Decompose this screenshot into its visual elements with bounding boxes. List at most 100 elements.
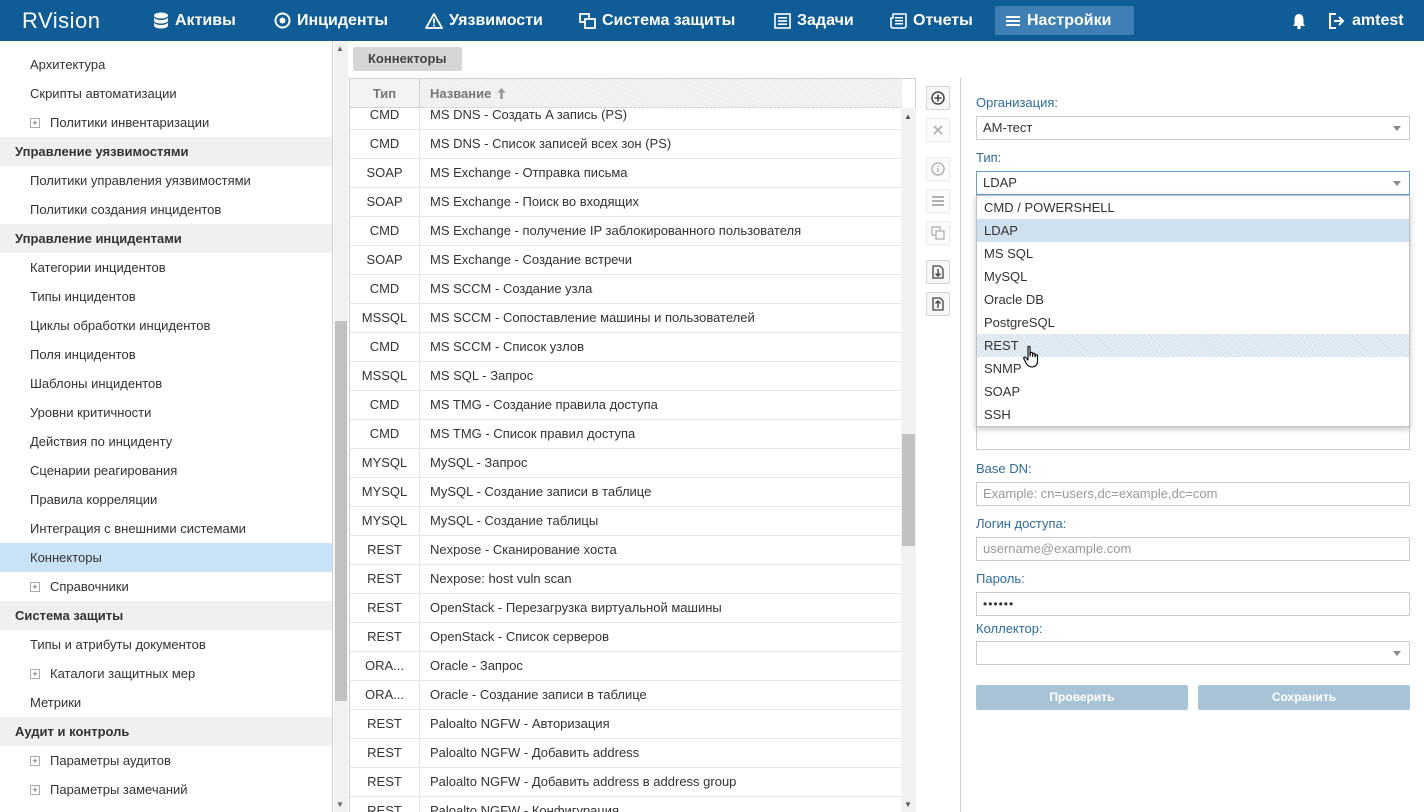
nav-settings[interactable]: Настройки <box>995 6 1134 35</box>
password-input[interactable]: •••••• <box>976 592 1410 616</box>
app-logo[interactable]: RVision <box>22 8 101 34</box>
type-select[interactable]: LDAP <box>976 171 1410 195</box>
copy-connector-button[interactable] <box>926 221 950 245</box>
table-row[interactable]: REST Nexpose: host vuln scan <box>350 565 902 594</box>
table-row[interactable]: CMD MS TMG - Список правил доступа <box>350 420 902 449</box>
sidebar-item[interactable]: Интеграция с внешними системами <box>0 514 332 543</box>
column-header-type[interactable]: Тип <box>350 79 420 108</box>
sidebar-item[interactable]: Политики создания инцидентов <box>0 195 332 224</box>
add-connector-button[interactable] <box>926 86 950 110</box>
delete-connector-button[interactable] <box>926 118 950 142</box>
sidebar-item[interactable]: Уровни критичности <box>0 398 332 427</box>
tab-connectors[interactable]: Коннекторы <box>353 47 462 71</box>
table-row[interactable]: CMD MS Exchange - получение IP заблокиров… <box>350 217 902 246</box>
expand-plus-icon[interactable]: + <box>30 784 40 795</box>
base-dn-input[interactable]: Example: cn=users,dc=example,dc=com <box>976 482 1410 506</box>
login-input[interactable]: username@example.com <box>976 537 1410 561</box>
table-scroll-down-icon[interactable]: ▼ <box>904 800 912 809</box>
list-view-button[interactable] <box>926 189 950 213</box>
table-row[interactable]: ORA... Oracle - Создание записи в таблице <box>350 681 902 710</box>
table-row[interactable]: REST Paloalto NGFW - Добавить address <box>350 739 902 768</box>
type-option[interactable]: LDAP <box>977 219 1409 242</box>
table-scroll-thumb[interactable] <box>902 434 915 546</box>
table-row[interactable]: MSSQL MS SCCM - Сопоставление машины и по… <box>350 304 902 333</box>
scroll-down-arrow-icon[interactable]: ▼ <box>336 800 344 809</box>
nav-assets[interactable]: Активы <box>143 6 246 35</box>
sidebar-item[interactable]: Циклы обработки инцидентов <box>0 311 332 340</box>
sidebar-item[interactable]: + Параметры аудитов <box>0 746 332 775</box>
sidebar-item[interactable]: + Политики инвентаризации <box>0 108 332 137</box>
user-menu[interactable]: amtest <box>1328 6 1404 35</box>
table-row[interactable]: REST Paloalto NGFW - Конфигурация <box>350 797 902 812</box>
sidebar-item[interactable]: Архитектура <box>0 50 332 79</box>
sidebar-item[interactable]: + Справочники <box>0 572 332 601</box>
table-row[interactable]: MSSQL MS SQL - Запрос <box>350 362 902 391</box>
sidebar-item[interactable]: Типы инцидентов <box>0 282 332 311</box>
table-row[interactable]: REST Nexpose - Сканирование хоста <box>350 536 902 565</box>
nav-incidents[interactable]: Инциденты <box>264 6 398 35</box>
table-row[interactable]: REST OpenStack - Перезагрузка виртуальной… <box>350 594 902 623</box>
type-option[interactable]: Oracle DB <box>977 288 1409 311</box>
table-row[interactable]: ORA... Oracle - Запрос <box>350 652 902 681</box>
expand-plus-icon[interactable]: + <box>30 117 40 128</box>
nav-vulnerabilities[interactable]: Уязвимости <box>415 6 553 35</box>
hidden-field-under-dropdown[interactable] <box>976 426 1410 450</box>
save-button[interactable]: Сохранить <box>1198 685 1410 710</box>
sidebar-item[interactable]: Категории инцидентов <box>0 253 332 282</box>
sidebar-scroll-thumb[interactable] <box>335 321 347 701</box>
expand-plus-icon[interactable]: + <box>30 581 40 592</box>
table-row[interactable]: CMD MS SCCM - Создание узла <box>350 275 902 304</box>
export-button[interactable] <box>926 292 950 316</box>
info-button[interactable] <box>926 157 950 181</box>
table-row[interactable]: CMD MS DNS - Список записей всех зон (PS) <box>350 130 902 159</box>
type-option[interactable]: SSH <box>977 403 1409 426</box>
sidebar-item[interactable]: Поля инцидентов <box>0 340 332 369</box>
nav-reports[interactable]: Отчеты <box>880 6 983 35</box>
sidebar-item[interactable]: Метрики <box>0 688 332 717</box>
sidebar-group-header[interactable]: Управление уязвимостями <box>0 137 332 166</box>
type-option[interactable]: MS SQL <box>977 242 1409 265</box>
table-scroll-up-icon[interactable]: ▲ <box>904 112 912 121</box>
table-row[interactable]: SOAP MS Exchange - Поиск во входящих <box>350 188 902 217</box>
sidebar-item[interactable]: Скрипты автоматизации <box>0 79 332 108</box>
table-row[interactable]: MYSQL MySQL - Создание таблицы <box>350 507 902 536</box>
table-row[interactable]: REST Paloalto NGFW - Добавить address в a… <box>350 768 902 797</box>
expand-plus-icon[interactable]: + <box>30 668 40 679</box>
sidebar-group-header[interactable]: Аудит и контроль <box>0 717 332 746</box>
table-row[interactable]: MYSQL MySQL - Создание записи в таблице <box>350 478 902 507</box>
sidebar-item[interactable]: Коннекторы <box>0 543 332 572</box>
table-row[interactable]: CMD MS TMG - Создание правила доступа <box>350 391 902 420</box>
column-header-name[interactable]: Название <box>420 79 902 108</box>
table-row[interactable]: CMD MS SCCM - Список узлов <box>350 333 902 362</box>
sidebar-item[interactable]: Шаблоны инцидентов <box>0 369 332 398</box>
nav-tasks[interactable]: Задачи <box>764 6 864 35</box>
type-option[interactable]: MySQL <box>977 265 1409 288</box>
table-row[interactable]: REST OpenStack - Список серверов <box>350 623 902 652</box>
check-button[interactable]: Проверить <box>976 685 1188 710</box>
notifications-button[interactable] <box>1290 6 1308 35</box>
nav-protection-system[interactable]: Система защиты <box>569 6 745 35</box>
type-option[interactable]: SNMP <box>977 357 1409 380</box>
sidebar-item[interactable]: Сценарии реагирования <box>0 456 332 485</box>
type-option[interactable]: SOAP <box>977 380 1409 403</box>
type-option[interactable]: PostgreSQL <box>977 311 1409 334</box>
sidebar-item[interactable]: + Параметры замечаний <box>0 775 332 804</box>
table-row[interactable]: MYSQL MySQL - Запрос <box>350 449 902 478</box>
import-button[interactable] <box>926 260 950 284</box>
expand-plus-icon[interactable]: + <box>30 755 40 766</box>
table-scrollbar[interactable]: ▲ ▼ <box>901 108 916 812</box>
sidebar-group-header[interactable]: Система защиты <box>0 601 332 630</box>
sidebar-item[interactable]: Правила корреляции <box>0 485 332 514</box>
table-row[interactable]: SOAP MS Exchange - Отправка письма <box>350 159 902 188</box>
sidebar-item[interactable]: + Каталоги защитных мер <box>0 659 332 688</box>
sidebar-group-header[interactable]: Управление инцидентами <box>0 224 332 253</box>
table-row[interactable]: SOAP MS Exchange - Создание встречи <box>350 246 902 275</box>
sidebar-item[interactable]: Политики управления уязвимостями <box>0 166 332 195</box>
sidebar-scrollbar[interactable]: ▲ ▼ <box>334 41 348 812</box>
type-option[interactable]: REST <box>977 334 1409 357</box>
collector-select[interactable] <box>976 641 1410 665</box>
organization-select[interactable]: АМ-тест <box>976 116 1410 140</box>
table-row[interactable]: REST Paloalto NGFW - Авторизация <box>350 710 902 739</box>
sidebar-item[interactable]: Типы и атрибуты документов <box>0 630 332 659</box>
sidebar-item[interactable]: Действия по инциденту <box>0 427 332 456</box>
